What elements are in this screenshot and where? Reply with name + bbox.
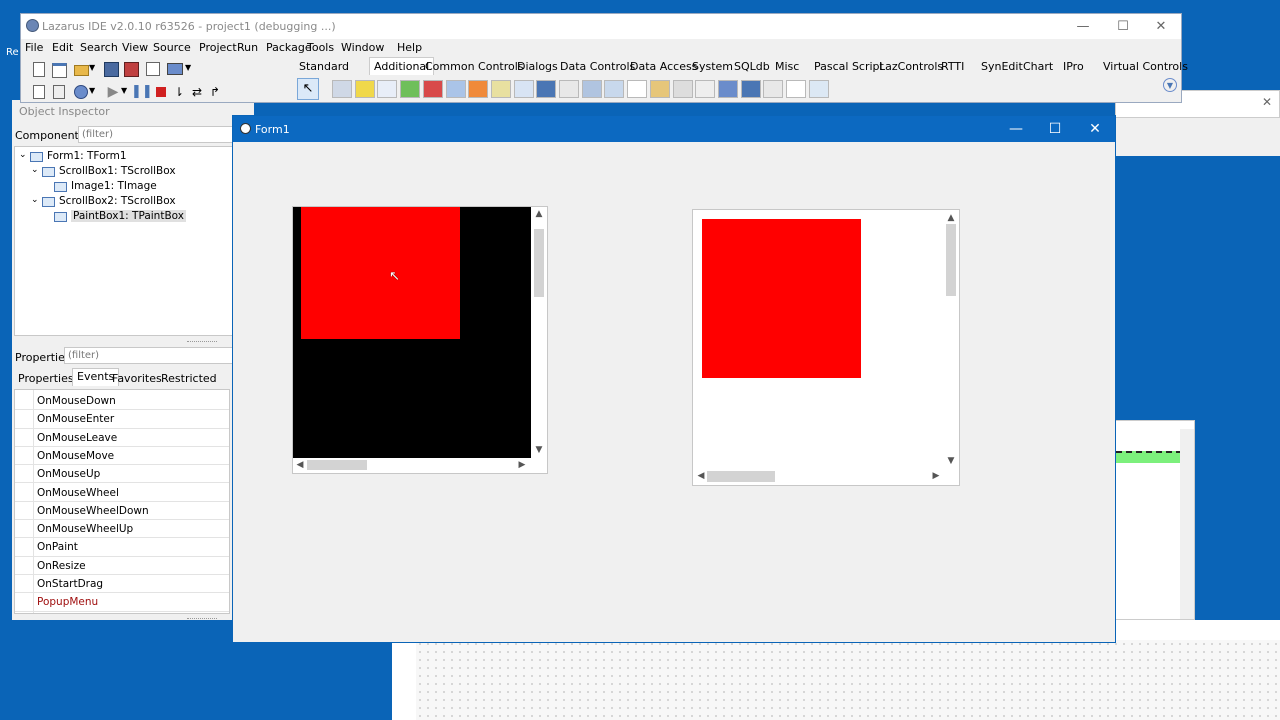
scroll-left-icon[interactable]: ◀ — [295, 460, 305, 470]
events-gutter-divider — [33, 390, 34, 613]
background-scrollbar[interactable] — [1180, 429, 1194, 619]
event-name: OnMouseEnter — [37, 413, 115, 426]
event-row[interactable]: OnResize — [15, 557, 229, 575]
form1-window: Form1 — ☐ ✕ ↖ ▲ ▼ ◀ ▶ ▲ ▼ ◀ ▶ — [232, 115, 1116, 643]
mouse-cursor-icon: ↖ — [389, 269, 400, 284]
event-row[interactable]: OnPaint — [15, 538, 229, 557]
palette-columnheader-icon[interactable] — [740, 80, 761, 98]
scrollbox2[interactable]: ▲ ▼ ◀ ▶ — [692, 209, 960, 486]
event-name: OnResize — [37, 559, 86, 572]
event-row[interactable]: OnMouseDown — [15, 392, 229, 411]
palette-paintbox-icon[interactable] — [468, 80, 489, 98]
scrollbox1-horizontal-scrollbar[interactable]: ◀ ▶ — [293, 458, 531, 473]
scrollbox1-vertical-scrollbar[interactable]: ▲ ▼ — [531, 207, 547, 458]
event-row[interactable]: OnMouseUp — [15, 465, 229, 484]
event-name: OnMouseLeave — [37, 431, 118, 444]
scroll-right-icon[interactable]: ▶ — [931, 471, 941, 481]
inspector-bottom-splitter[interactable] — [187, 618, 217, 620]
event-row[interactable]: OnMouseWheel — [15, 484, 229, 502]
form-designer-grid — [416, 640, 1280, 720]
event-name: OnMouseDown — [37, 395, 116, 407]
form1-close-button[interactable]: ✕ — [1075, 116, 1115, 142]
scroll-left-icon[interactable]: ◀ — [696, 471, 706, 481]
scrollbox2-vertical-scrollbar[interactable]: ▲ ▼ — [943, 210, 959, 468]
palette-statictext-icon[interactable] — [377, 80, 398, 98]
event-row[interactable]: OnMouseWheelDown — [15, 502, 229, 521]
inspector-tab-favorites[interactable]: Favorites — [112, 372, 162, 385]
background-editor-close[interactable]: ✕ — [1262, 95, 1276, 109]
form1-minimize-button[interactable]: — — [996, 116, 1036, 142]
green-progress-bar — [1116, 451, 1182, 463]
event-name: OnMouseUp — [37, 468, 101, 481]
palette-shelllistview-icon[interactable] — [627, 80, 648, 98]
palette-valuelisteditor-icon[interactable] — [717, 80, 738, 98]
palette-checklistbox-icon[interactable] — [808, 80, 829, 98]
palette-scroll-icon[interactable]: ▼ — [1163, 78, 1177, 92]
palette-flowpanel-icon[interactable] — [604, 80, 625, 98]
event-row[interactable]: OnMouseWheelUp — [15, 520, 229, 539]
palette-bitbtn-icon[interactable] — [332, 80, 352, 98]
palette-splitter-icon[interactable] — [536, 80, 557, 98]
image1-red-square — [301, 207, 460, 339]
scroll-down-icon[interactable]: ▼ — [531, 445, 547, 455]
inspector-tab-properties[interactable]: Properties — [18, 372, 74, 385]
image1: ↖ — [293, 207, 531, 458]
event-row[interactable]: OnMouseLeave — [15, 429, 229, 447]
event-row[interactable]: OnStartDrag — [15, 575, 229, 594]
scrollbox2-horizontal-thumb[interactable] — [707, 471, 775, 482]
scrollbox2-horizontal-scrollbar[interactable]: ◀ ▶ — [693, 468, 943, 485]
event-row[interactable]: OnMouseMove — [15, 447, 229, 466]
palette-labelededit-icon[interactable] — [513, 80, 534, 98]
event-name: PopupMenu — [37, 596, 99, 609]
event-name: OnMouseWheel — [37, 486, 119, 499]
scroll-down-icon[interactable]: ▼ — [943, 456, 959, 466]
form-icon — [240, 123, 251, 134]
palette-bevel-icon[interactable] — [445, 80, 466, 98]
palette-drawgrid-icon[interactable] — [695, 80, 716, 98]
palette-speedbutton-icon[interactable] — [354, 80, 375, 98]
event-name: OnMouseMove — [37, 449, 115, 462]
form1-title-bar: Form1 — ☐ ✕ — [233, 116, 1115, 142]
background-editor-panel — [1115, 118, 1280, 156]
scrollbox2-vertical-thumb[interactable] — [946, 224, 956, 296]
form1-title: Form1 — [255, 123, 290, 136]
ide-main-window: Lazarus IDE v2.0.10 r63526 - project1 (d… — [20, 13, 1188, 103]
palette-listbox-icon[interactable] — [786, 80, 806, 98]
inspector-tab-restricted[interactable]: Restricted — [161, 372, 217, 385]
palette-shape-icon[interactable] — [422, 80, 443, 98]
palette-checkgroup-icon[interactable] — [763, 80, 784, 98]
palette-trayicon-icon[interactable] — [559, 80, 579, 98]
palette-controlbar-icon[interactable] — [581, 80, 602, 98]
object-inspector: Object Inspector Components (filter) ⌄ Fo… — [12, 100, 238, 620]
event-name: OnMouseWheelDown — [37, 504, 149, 517]
paintbox1-red-square — [702, 219, 861, 378]
palette-notebook-icon[interactable] — [490, 80, 511, 98]
component-palette-items — [21, 14, 1181, 102]
scroll-up-icon[interactable]: ▲ — [943, 213, 959, 223]
event-row[interactable]: PopupMenu — [15, 593, 229, 612]
event-name: OnStartDrag — [37, 578, 104, 590]
palette-stringgrid-icon[interactable] — [672, 80, 693, 98]
event-row[interactable]: OnMouseEnter — [15, 410, 229, 429]
form1-maximize-button[interactable]: ☐ — [1035, 116, 1075, 142]
event-name: OnPaint — [37, 541, 78, 554]
desktop-fragment-label: Re — [6, 47, 19, 58]
scrollbox1[interactable]: ↖ ▲ ▼ ◀ ▶ — [292, 206, 548, 474]
scrollbox1-horizontal-thumb[interactable] — [307, 460, 367, 470]
palette-shelltreeview-icon[interactable] — [649, 80, 670, 98]
inspector-tabs: Properties Events Favorites Restricted — [12, 100, 234, 390]
palette-image-icon[interactable] — [400, 80, 421, 98]
scroll-right-icon[interactable]: ▶ — [517, 460, 527, 470]
scrollbox1-vertical-thumb[interactable] — [534, 229, 544, 297]
event-name: OnMouseWheelUp — [37, 523, 134, 536]
scroll-up-icon[interactable]: ▲ — [531, 209, 547, 219]
events-grid[interactable]: OnMouseDown OnMouseEnter OnMouseLeave OnMou… — [14, 389, 230, 614]
